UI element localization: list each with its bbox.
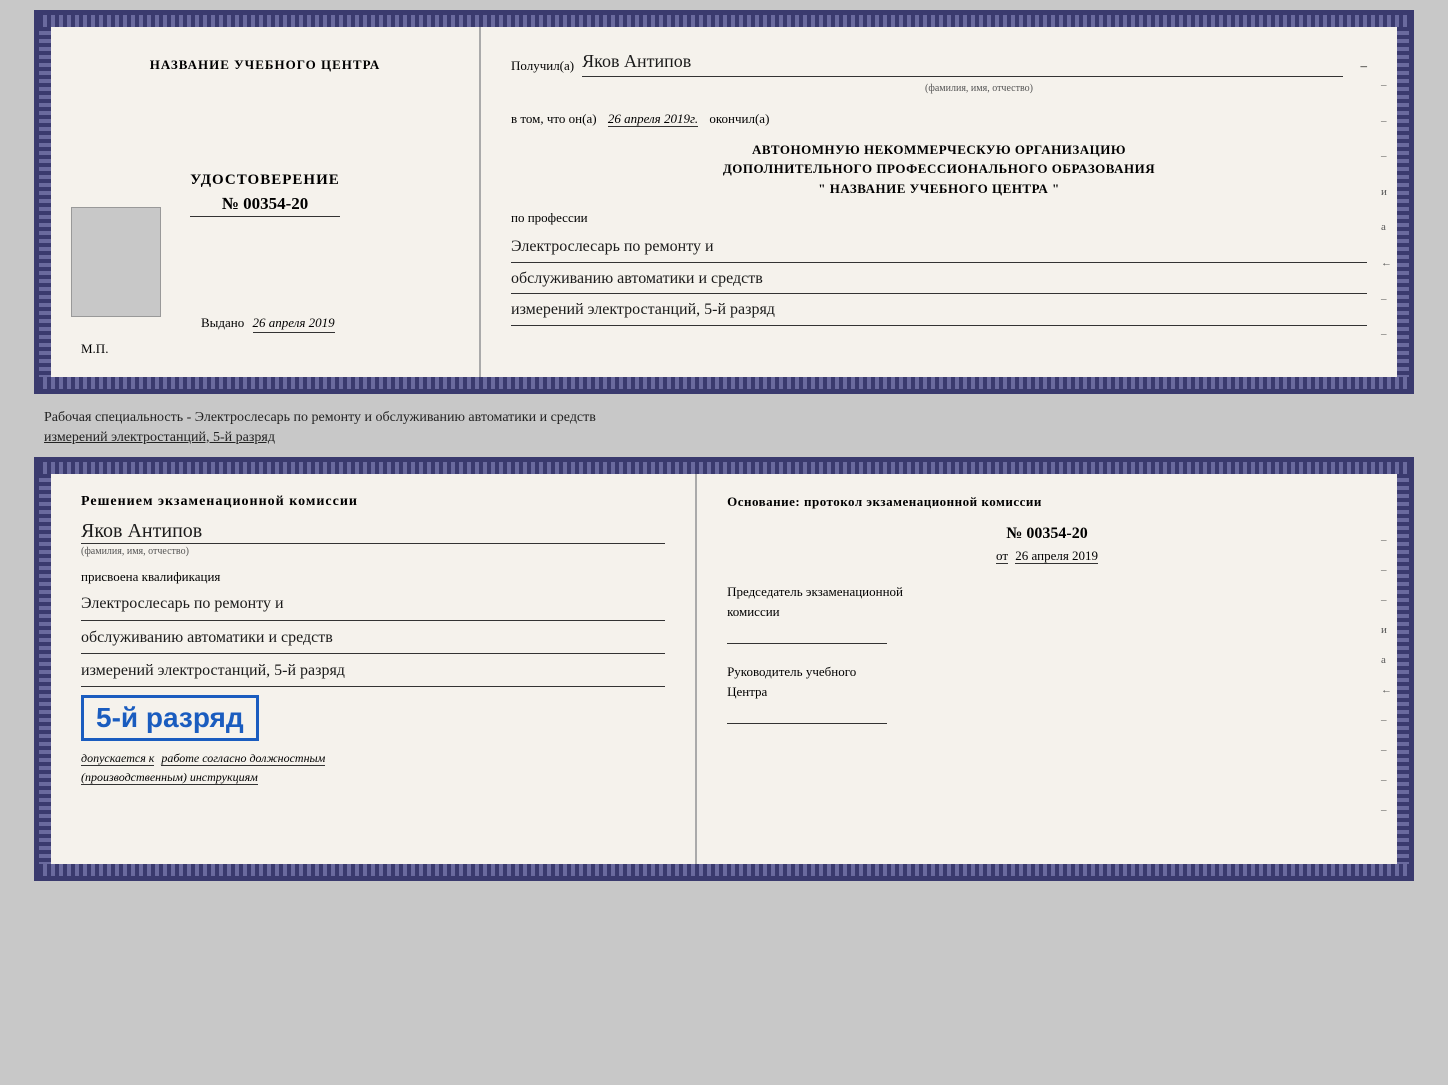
org-line1: АВТОНОМНУЮ НЕКОММЕРЧЕСКУЮ ОРГАНИЗАЦИЮ <box>511 140 1367 160</box>
dash-after-name: – <box>1361 56 1368 77</box>
допускается-text2: (производственным) инструкциям <box>81 770 258 785</box>
protocol-date: от 26 апреля 2019 <box>727 548 1367 564</box>
between-line2: измерений электростанций, 5-й разряд <box>44 428 1404 448</box>
between-line1: Рабочая специальность - Электрослесарь п… <box>44 408 1404 428</box>
допускается-text: работе согласно должностным <box>161 751 325 766</box>
cert-bottom-block: Выдано 26 апреля 2019 М.П. <box>81 315 449 357</box>
between-label: Рабочая специальность - Электрослесарь п… <box>34 402 1414 449</box>
profession-line3: измерений электростанций, 5-й разряд <box>511 296 1367 326</box>
reshenie-title: Решением экзаменационной комиссии <box>81 494 665 510</box>
org-name-left: НАЗВАНИЕ УЧЕБНОГО ЦЕНТРА <box>150 57 381 73</box>
qual-line2: обслуживанию автоматики и средств <box>81 623 665 654</box>
receiver-line: Получил(а) Яков Антипов – <box>511 47 1367 77</box>
profession-block: Электрослесарь по ремонту и обслуживанию… <box>511 233 1367 326</box>
cert-right-page: Получил(а) Яков Антипов – (фамилия, имя,… <box>481 27 1397 377</box>
person-name: Яков Антипов <box>81 520 665 544</box>
poluchil-label: Получил(а) <box>511 56 574 77</box>
predsedatel-signature-line <box>727 624 887 644</box>
cert-title: УДОСТОВЕРЕНИЕ <box>190 172 340 189</box>
protocol-date-prefix: от <box>996 548 1008 564</box>
cert-center-block: УДОСТОВЕРЕНИЕ № 00354-20 <box>190 172 340 217</box>
cert-bottom-right: Основание: протокол экзаменационной коми… <box>697 474 1397 864</box>
rukovoditel-signature-line <box>727 704 887 724</box>
predsedatel-block: Председатель экзаменационной комиссии <box>727 584 1367 644</box>
rukovoditel-subtitle: Центра <box>727 684 1367 700</box>
osnova-title: Основание: протокол экзаменационной коми… <box>727 494 1367 510</box>
cert-left-page: НАЗВАНИЕ УЧЕБНОГО ЦЕНТРА УДОСТОВЕРЕНИЕ №… <box>51 27 481 377</box>
prisvoena-label: присвоена квалификация <box>81 569 665 585</box>
qual-line1: Электрослесарь по ремонту и <box>81 589 665 620</box>
v-tom-label: в том, что он(а) <box>511 111 597 126</box>
protocol-number: № 00354-20 <box>727 525 1367 543</box>
допускается-label: допускается к <box>81 751 154 766</box>
protocol-date-value: 26 апреля 2019 <box>1015 548 1098 564</box>
org-quote: " НАЗВАНИЕ УЧЕБНОГО ЦЕНТРА " <box>511 179 1367 199</box>
qual-line3: измерений электростанций, 5-й разряд <box>81 656 665 687</box>
mp-label: М.П. <box>81 341 449 357</box>
profession-line2: обслуживанию автоматики и средств <box>511 265 1367 295</box>
rukovoditel-block: Руководитель учебного Центра <box>727 664 1367 724</box>
po-professii-label: по профессии <box>511 208 1367 229</box>
допускается-line2: (производственным) инструкциям <box>81 770 665 785</box>
okonchil-label: окончил(а) <box>709 111 769 126</box>
v-tom-date: 26 апреля 2019г. <box>608 111 698 127</box>
photo-placeholder <box>71 207 161 317</box>
v-tom-line: в том, что он(а) 26 апреля 2019г. окончи… <box>511 109 1367 130</box>
vydano-date: 26 апреля 2019 <box>253 315 335 333</box>
org-block: АВТОНОМНУЮ НЕКОММЕРЧЕСКУЮ ОРГАНИЗАЦИЮ ДО… <box>511 140 1367 199</box>
rukovoditel-title: Руководитель учебного <box>727 664 1367 680</box>
cert-bottom-left: Решением экзаменационной комиссии Яков А… <box>51 474 697 864</box>
side-marks-top: – – – и а ← – – <box>1381 77 1392 344</box>
razryad-badge: 5-й разряд <box>81 695 259 741</box>
receiver-name: Яков Антипов <box>582 47 1342 77</box>
vydano-label: Выдано <box>201 315 244 330</box>
vydano-line: Выдано 26 апреля 2019 <box>201 315 449 331</box>
predsedatel-title: Председатель экзаменационной <box>727 584 1367 600</box>
допускается-line: допускается к работе согласно должностны… <box>81 751 665 766</box>
fio-hint-bottom: (фамилия, имя, отчество) <box>81 546 665 557</box>
fio-hint-top: (фамилия, имя, отчество) <box>591 81 1367 97</box>
org-line2: ДОПОЛНИТЕЛЬНОГО ПРОФЕССИОНАЛЬНОГО ОБРАЗО… <box>511 159 1367 179</box>
profession-line1: Электрослесарь по ремонту и <box>511 233 1367 263</box>
predsedatel-subtitle: комиссии <box>727 604 1367 620</box>
side-marks-bottom: – – – и а ← – – – – <box>1381 534 1392 816</box>
cert-number: № 00354-20 <box>190 194 340 217</box>
qualification-block: Электрослесарь по ремонту и обслуживанию… <box>81 589 665 687</box>
